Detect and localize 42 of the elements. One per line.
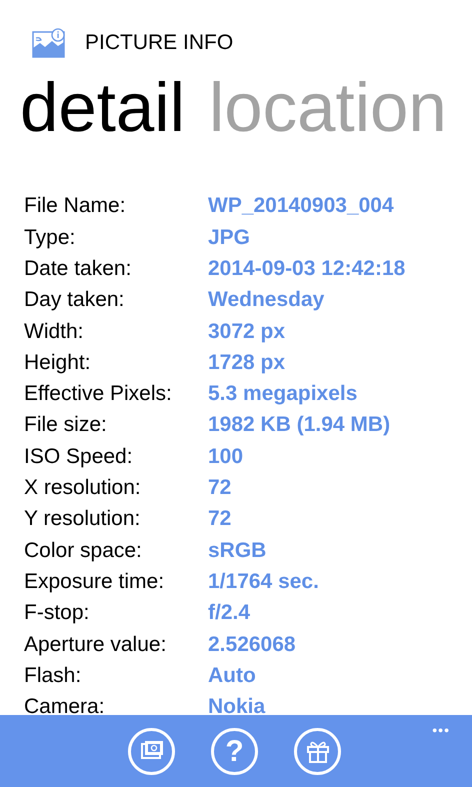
detail-label: Y resolution: [24, 506, 142, 532]
detail-value: f/2.4 [208, 600, 250, 626]
detail-value: Nokia [208, 694, 266, 720]
detail-label: Aperture value: [24, 632, 168, 658]
detail-label: Exposure time: [24, 568, 166, 595]
detail-label: Camera: [24, 694, 106, 720]
detail-label: Flash: [24, 662, 82, 689]
detail-label: X resolution: [24, 475, 142, 502]
photos-button[interactable] [128, 728, 175, 775]
detail-label: Effective Pixels: [24, 381, 173, 408]
detail-label: Height: [24, 350, 92, 376]
detail-value: JPG [208, 224, 250, 251]
detail-value: 2014-09-03 12:42:18 [208, 256, 406, 282]
detail-value: WP_20140903_004 [208, 193, 394, 220]
detail-label: Color space: [24, 538, 143, 564]
detail-value: 72 [208, 506, 232, 532]
detail-label: Day taken: [24, 287, 126, 314]
detail-value: 2.526068 [208, 632, 296, 658]
detail-label: Width: [24, 318, 85, 345]
detail-value: sRGB [208, 538, 266, 564]
detail-label: Date taken: [24, 256, 132, 282]
app-title: PICTURE INFO [85, 30, 234, 56]
detail-label: F-stop: [24, 600, 90, 626]
picture-info-icon [32, 28, 66, 58]
detail-value: 72 [208, 475, 232, 502]
pivot-tab[interactable]: location [208, 72, 447, 142]
help-button[interactable]: ? [211, 728, 258, 775]
detail-value: 3072 px [208, 318, 286, 345]
more-button[interactable]: ••• [432, 723, 450, 737]
detail-label: File size: [24, 412, 108, 438]
detail-label: ISO Speed: [24, 444, 134, 470]
detail-value: 1/1764 sec. [208, 568, 319, 595]
detail-value: 5.3 megapixels [208, 381, 358, 408]
detail-label: Type: [24, 224, 76, 251]
detail-value: 100 [208, 444, 244, 470]
detail-value: Wednesday [208, 287, 324, 314]
detail-value: 1728 px [208, 350, 286, 376]
detail-value: Auto [208, 662, 256, 689]
gift-button[interactable] [294, 728, 341, 775]
detail-value: 1982 KB (1.94 MB) [208, 412, 390, 438]
pivot-tab[interactable]: detail [20, 72, 185, 142]
detail-label: File Name: [24, 193, 127, 220]
